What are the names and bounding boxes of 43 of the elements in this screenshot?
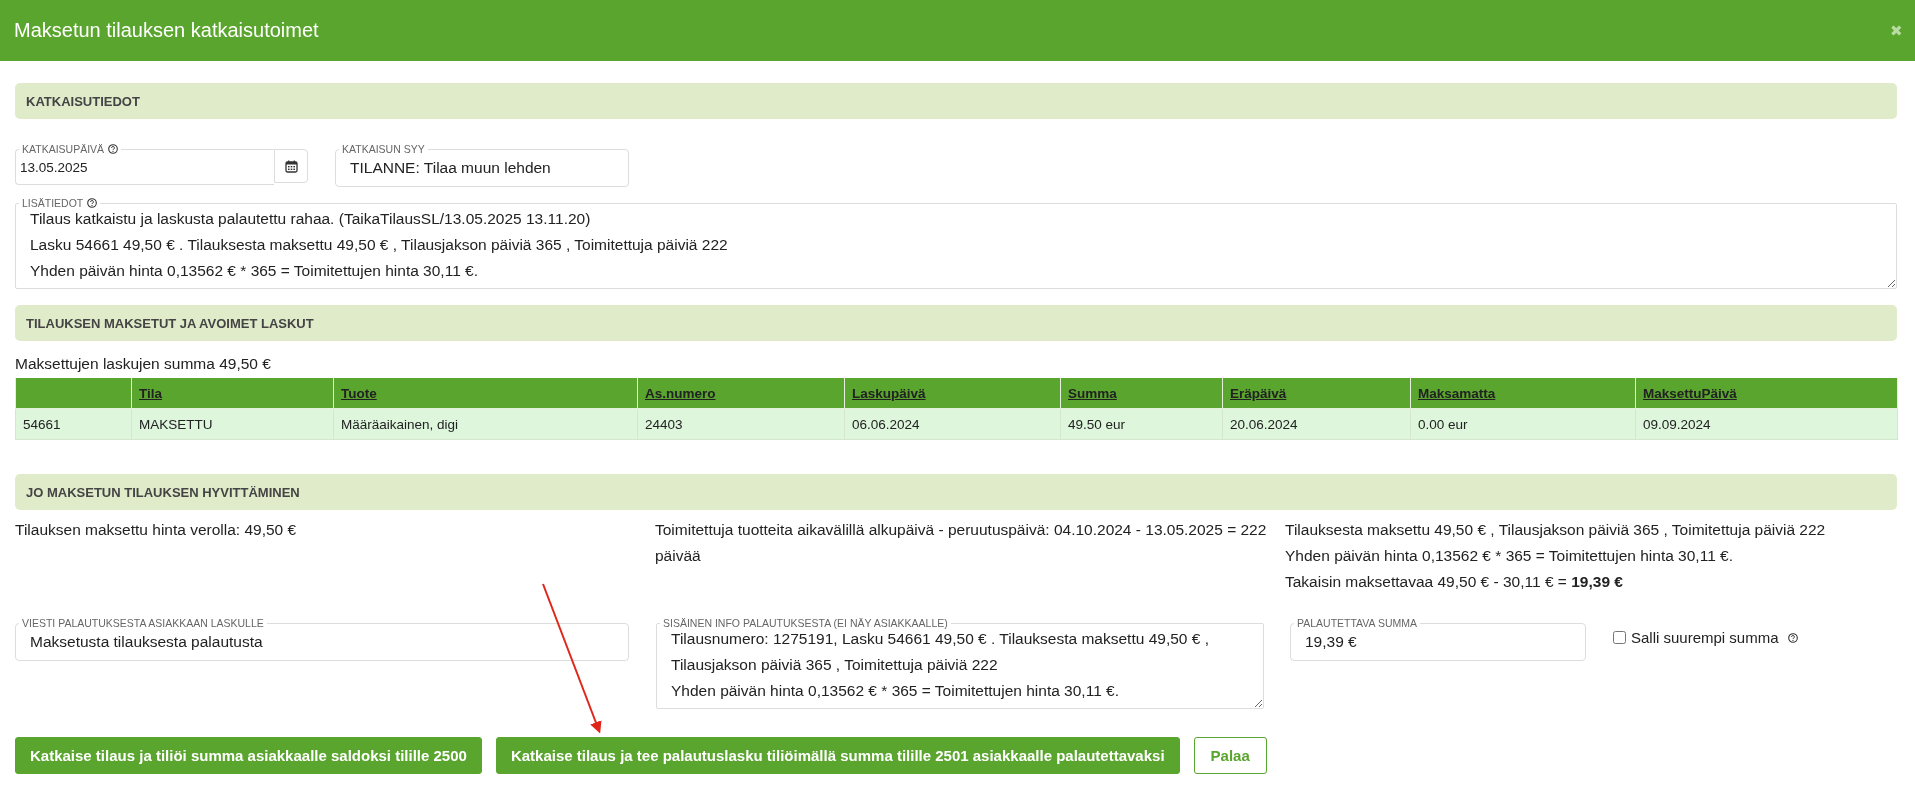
- help-icon[interactable]: [108, 144, 119, 154]
- table-cell: 20.06.2024: [1222, 408, 1411, 440]
- table-cell: MAKSETTU: [131, 408, 334, 440]
- table-cell: 0.00 eur: [1410, 408, 1636, 440]
- table-cell: 49.50 eur: [1060, 408, 1223, 440]
- table-cell: 09.09.2024: [1635, 408, 1898, 440]
- column-header[interactable]: Summa: [1068, 385, 1117, 401]
- field-label: PALAUTETTAVA SUMMA: [1294, 617, 1420, 629]
- price-text: Tilauksen maksettu hinta verolla: 49,50 €: [15, 520, 298, 540]
- help-icon[interactable]: [1787, 632, 1798, 643]
- field-label: KATKAISUPÄIVÄ: [19, 143, 122, 155]
- section-header: KATKAISUTIEDOT: [15, 83, 1897, 119]
- column-header[interactable]: Maksamatta: [1418, 385, 1496, 401]
- period-text: Toimitettuja tuotteita aikavälillä alkupäivä - peruutuspäivä: 04.10.2024 - 13.05.2025 = 222 päivää: [655, 520, 1268, 566]
- back-button[interactable]: Palaa: [1193, 737, 1267, 774]
- calculation-text: Tilauksesta maksettu 49,50 € , Tilausjakson päiviä 365 , Toimitettuja päiviä 222: [1285, 520, 1827, 540]
- table-cell: 24403: [637, 408, 845, 440]
- help-icon[interactable]: [87, 198, 98, 208]
- column-header[interactable]: Tuote: [341, 385, 377, 401]
- column-header[interactable]: Laskupäivä: [852, 385, 926, 401]
- column-header[interactable]: As.numero: [645, 385, 716, 401]
- dialog-title: Maksetun tilauksen katkaisutoimet: [14, 19, 319, 42]
- checkbox-label: Salli suurempi summa: [1631, 629, 1779, 646]
- sum-text: Maksettujen laskujen summa 49,50 €: [15, 355, 272, 373]
- calculation-text: Takaisin maksettavaa 49,50 € - 30,11 € = 19,39 €: [1285, 572, 1624, 592]
- field-label: KATKAISUN SYY: [339, 143, 428, 155]
- column-header[interactable]: Tila: [139, 385, 162, 401]
- table-cell: 54661: [15, 408, 132, 440]
- calendar-button[interactable]: [274, 149, 308, 183]
- calculation-text: Yhden päivän hinta 0,13562 € * 365 = Toimitettujen hinta 30,11 €.: [1285, 546, 1734, 566]
- allow-larger-checkbox[interactable]: [1613, 631, 1626, 644]
- field-label: SISÄINEN INFO PALAUTUKSESTA (EI NÄY ASIAKKAALLE): [660, 617, 951, 629]
- column-header[interactable]: MaksettuPäivä: [1643, 385, 1737, 401]
- section-header: TILAUKSEN MAKSETUT JA AVOIMET LASKUT: [15, 305, 1897, 341]
- field-label: VIESTI PALAUTUKSESTA ASIAKKAAN LASKULLE: [19, 617, 267, 629]
- calendar-icon: [284, 159, 298, 173]
- table-cell: Määräaikainen, digi: [333, 408, 638, 440]
- section-header: JO MAKSETUN TILAUKSEN HYVITTÄMINEN: [15, 474, 1897, 510]
- column-header[interactable]: Eräpäivä: [1230, 385, 1287, 401]
- table-cell: 06.06.2024: [844, 408, 1061, 440]
- action-button[interactable]: Katkaise tilaus ja tee palautuslasku tiliöimällä summa tilille 2501 asiakkaalle palautettavaksi: [495, 737, 1180, 774]
- action-button[interactable]: Katkaise tilaus ja tiliöi summa asiakkaalle saldoksi tilille 2500: [15, 737, 482, 774]
- field-label: LISÄTIEDOT: [19, 197, 101, 209]
